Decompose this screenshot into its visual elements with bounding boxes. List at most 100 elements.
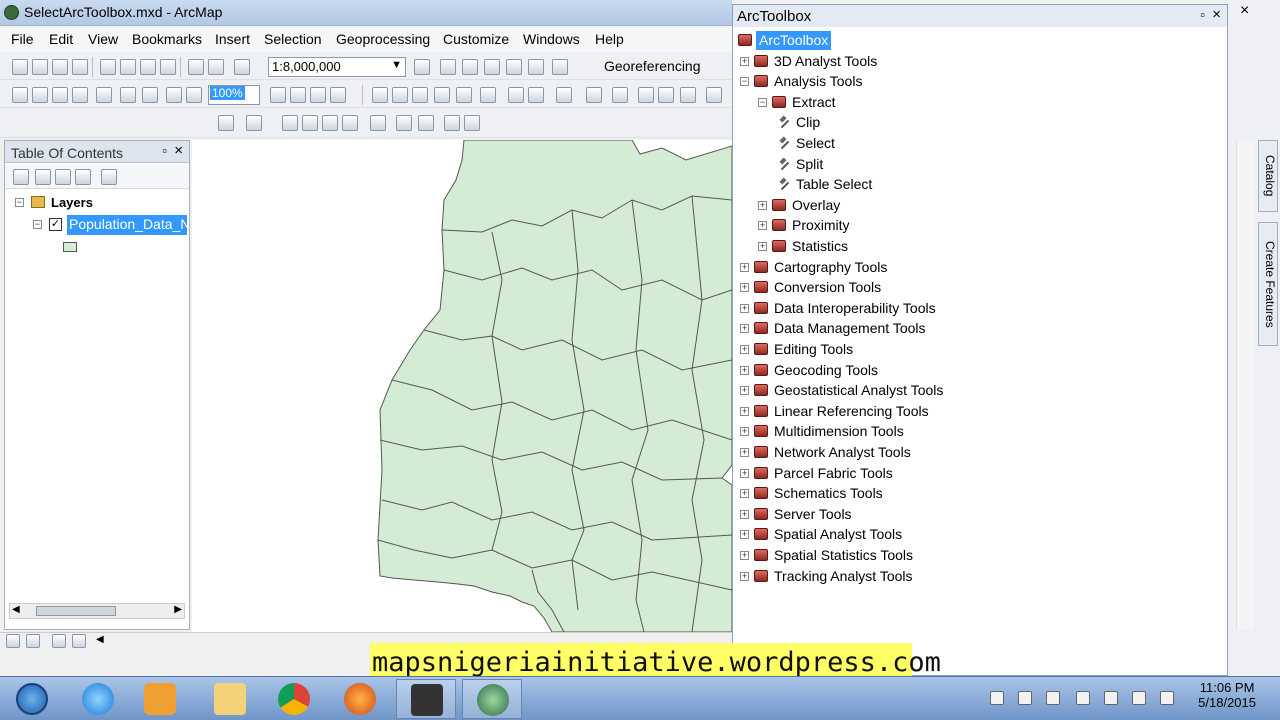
- open-folder-icon[interactable]: [32, 59, 48, 75]
- vertical-scrollbar[interactable]: [1236, 140, 1254, 630]
- taskbar-firefox[interactable]: [330, 679, 390, 719]
- measure-icon[interactable]: [706, 87, 722, 103]
- toolbox-3d-analyst[interactable]: 3D Analyst Tools: [774, 52, 877, 71]
- taskbar-internet-explorer[interactable]: [68, 679, 128, 719]
- menu-selection[interactable]: Selection: [264, 31, 322, 47]
- expand-icon[interactable]: +: [740, 448, 749, 457]
- toc-options-icon[interactable]: [101, 169, 117, 185]
- list-by-selection-icon[interactable]: [75, 169, 91, 185]
- start-button[interactable]: [2, 679, 62, 719]
- expand-icon[interactable]: +: [758, 242, 767, 251]
- save-icon[interactable]: [52, 59, 68, 75]
- scroll-left-icon[interactable]: ◀: [96, 634, 104, 645]
- expand-icon[interactable]: +: [740, 303, 749, 313]
- toolbox-item[interactable]: Spatial Analyst Tools: [774, 525, 902, 544]
- expand-icon[interactable]: +: [740, 283, 749, 293]
- layer-name[interactable]: Population_Data_N: [67, 215, 187, 235]
- show-hidden-icons-icon[interactable]: [990, 691, 1004, 705]
- toolbox-item[interactable]: Parcel Fabric Tools: [774, 464, 893, 483]
- toggle-draft-mode-icon[interactable]: [270, 87, 286, 103]
- toolbox-item[interactable]: Geostatistical Analyst Tools: [774, 381, 943, 400]
- toolbox-item[interactable]: Cartography Tools: [774, 258, 887, 277]
- expand-icon[interactable]: +: [740, 571, 749, 581]
- identify-icon[interactable]: [638, 87, 654, 103]
- layer-visibility-checkbox[interactable]: ✓: [49, 218, 62, 231]
- menu-help[interactable]: Help: [595, 31, 624, 47]
- edit-vertices-icon[interactable]: [302, 115, 318, 131]
- close-icon[interactable]: ×: [174, 142, 183, 159]
- toolbox-item[interactable]: Network Analyst Tools: [774, 443, 911, 462]
- select-features-icon[interactable]: [556, 87, 572, 103]
- expand-icon[interactable]: +: [740, 530, 749, 540]
- catalog-side-tab[interactable]: Catalog: [1258, 140, 1278, 212]
- focus-data-frame-icon[interactable]: [290, 87, 306, 103]
- draw-select-icon[interactable]: [218, 115, 234, 131]
- rotate-icon[interactable]: [246, 115, 262, 131]
- model-builder-icon[interactable]: [552, 59, 568, 75]
- toolbox-item[interactable]: Schematics Tools: [774, 484, 883, 503]
- sketch-properties-icon[interactable]: [444, 115, 460, 131]
- list-by-visibility-icon[interactable]: [55, 169, 71, 185]
- taskbar-media-player[interactable]: [130, 679, 190, 719]
- new-document-icon[interactable]: [12, 59, 28, 75]
- expand-icon[interactable]: +: [740, 324, 749, 334]
- expand-icon[interactable]: +: [740, 56, 749, 66]
- change-layout-icon[interactable]: [310, 87, 326, 103]
- add-data-icon[interactable]: [234, 59, 250, 75]
- network-icon[interactable]: [1076, 691, 1090, 705]
- toolset-proximity[interactable]: Proximity: [792, 216, 850, 235]
- action-center-icon[interactable]: [1104, 691, 1118, 705]
- menu-customize[interactable]: Customize: [443, 31, 509, 47]
- scrollbar-thumb[interactable]: [36, 606, 116, 616]
- chevron-down-icon[interactable]: ▼: [391, 59, 402, 71]
- clear-selection-icon[interactable]: [586, 87, 602, 103]
- print-icon[interactable]: [72, 59, 88, 75]
- menu-geoprocessing[interactable]: Geoprocessing: [336, 31, 430, 47]
- redo-icon[interactable]: [208, 59, 224, 75]
- taskbar-chrome[interactable]: [264, 679, 324, 719]
- find-icon[interactable]: [658, 87, 674, 103]
- scroll-right-icon[interactable]: ▶: [174, 604, 182, 615]
- menu-file[interactable]: File: [11, 31, 34, 47]
- taskbar-recorder[interactable]: [396, 679, 456, 719]
- toolset-overlay[interactable]: Overlay: [792, 196, 840, 215]
- expand-icon[interactable]: +: [758, 200, 767, 210]
- layer-symbol-swatch[interactable]: [63, 242, 77, 252]
- collapse-icon[interactable]: −: [15, 198, 24, 207]
- create-features-side-tab[interactable]: Create Features: [1258, 222, 1278, 346]
- tool-table-select[interactable]: Table Select: [796, 175, 872, 194]
- toolbox-item[interactable]: Linear Referencing Tools: [774, 402, 929, 421]
- toc-horizontal-scrollbar[interactable]: ◀ ▶: [9, 603, 185, 619]
- collapse-icon[interactable]: −: [740, 77, 749, 87]
- system-clock[interactable]: 11:06 PM 5/18/2015: [1198, 680, 1256, 710]
- zoom-100-icon[interactable]: [166, 87, 182, 103]
- rotate-tool-icon[interactable]: [396, 115, 412, 131]
- dock-icon[interactable]: ▫: [162, 143, 167, 158]
- collapse-icon[interactable]: −: [33, 220, 42, 229]
- expand-icon[interactable]: +: [740, 406, 749, 416]
- data-frame-label[interactable]: Layers: [51, 195, 93, 210]
- zoom-whole-page-icon[interactable]: [142, 87, 158, 103]
- toolbox-item[interactable]: Tracking Analyst Tools: [774, 567, 913, 586]
- list-by-source-icon[interactable]: [35, 169, 51, 185]
- expand-icon[interactable]: +: [740, 365, 749, 375]
- layout-zoom-combo[interactable]: 100%: [208, 85, 260, 105]
- pause-drawing-icon[interactable]: [72, 634, 86, 648]
- back-extent-icon[interactable]: [52, 87, 68, 103]
- data-view-icon[interactable]: [26, 634, 40, 648]
- html-popup-icon[interactable]: [680, 87, 696, 103]
- create-features-icon[interactable]: [464, 115, 480, 131]
- attributes-icon[interactable]: [418, 115, 434, 131]
- menu-view[interactable]: View: [88, 31, 118, 47]
- toolbox-item[interactable]: Geocoding Tools: [774, 361, 878, 380]
- fixed-zoom-layout-icon[interactable]: [186, 87, 202, 103]
- toolbox-item[interactable]: Server Tools: [774, 505, 852, 524]
- go-back-icon[interactable]: [508, 87, 524, 103]
- menu-windows[interactable]: Windows: [523, 31, 580, 47]
- expand-icon[interactable]: +: [740, 427, 749, 437]
- toolbox-item[interactable]: Spatial Statistics Tools: [774, 546, 913, 565]
- collapse-icon[interactable]: −: [758, 97, 767, 107]
- globe-full-extent-icon[interactable]: [434, 87, 450, 103]
- toc-window-icon[interactable]: [440, 59, 456, 75]
- expand-icon[interactable]: +: [740, 345, 749, 354]
